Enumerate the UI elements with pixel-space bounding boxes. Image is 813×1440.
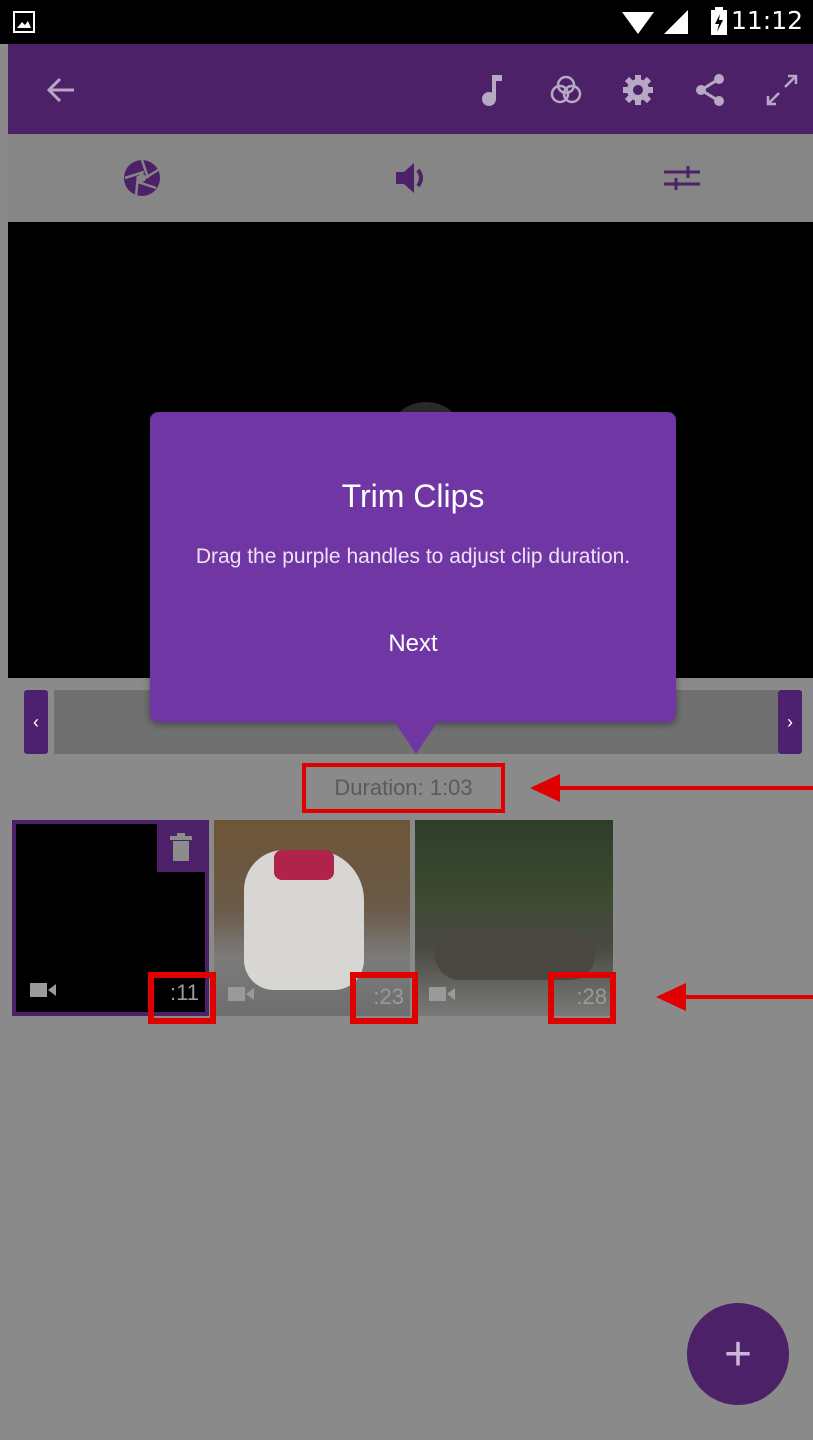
gallery-notification-icon — [13, 11, 35, 33]
app-bar — [8, 44, 813, 134]
annotation-arrow-line — [684, 995, 813, 999]
tool-row — [8, 134, 813, 222]
status-bar: 11:12 — [0, 0, 813, 44]
video-camera-icon — [228, 987, 254, 1001]
duration-label: Duration: 1:03 — [302, 763, 505, 813]
aperture-icon[interactable] — [120, 158, 164, 198]
fullscreen-icon[interactable] — [764, 72, 800, 108]
video-camera-icon — [30, 983, 56, 997]
trim-handle-left[interactable]: ‹ — [24, 690, 48, 754]
next-button[interactable]: Next — [150, 630, 676, 658]
annotation-box — [350, 972, 418, 1024]
cat-bandana — [274, 850, 334, 880]
settings-gear-icon[interactable] — [620, 72, 656, 108]
tooltip-title: Trim Clips — [341, 478, 485, 514]
annotation-arrow-head — [530, 774, 560, 802]
annotation-arrow-line — [556, 786, 813, 790]
color-filter-icon[interactable] — [548, 72, 584, 108]
tooltip-message: Drag the purple handles to adjust clip d… — [195, 545, 631, 568]
status-time: 11:12 — [730, 6, 803, 35]
back-arrow-icon[interactable] — [42, 72, 78, 108]
annotation-arrow-head — [656, 983, 686, 1011]
delete-clip-button[interactable] — [157, 824, 205, 872]
add-clip-button[interactable]: + — [687, 1303, 789, 1405]
video-camera-icon — [429, 987, 455, 1001]
sliders-icon[interactable] — [660, 158, 704, 198]
annotation-box — [148, 972, 216, 1024]
wifi-icon — [622, 12, 654, 34]
tooltip-pointer — [392, 718, 440, 754]
share-icon[interactable] — [692, 72, 728, 108]
music-note-icon[interactable] — [474, 72, 510, 108]
trim-clips-tooltip: Trim Clips Drag the purple handles to ad… — [150, 412, 676, 722]
annotation-box — [548, 972, 616, 1024]
signal-icon — [664, 10, 688, 34]
battery-charging-icon — [711, 7, 727, 35]
trim-handle-right[interactable]: › — [778, 690, 802, 754]
trash-icon — [170, 833, 192, 861]
volume-icon[interactable] — [390, 158, 434, 198]
